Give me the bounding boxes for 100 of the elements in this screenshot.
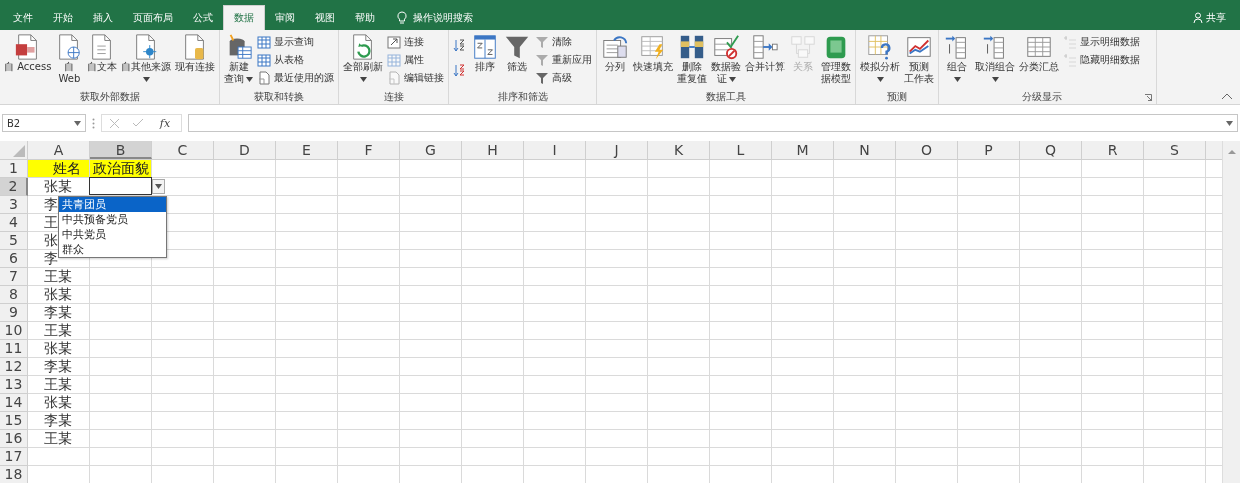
row-header[interactable]: 3 [0,196,28,214]
ribbon-tab[interactable]: 公式 [183,5,223,30]
ribbon-button[interactable]: 连接 [385,34,447,49]
formula-field[interactable] [188,114,1238,132]
ribbon-button[interactable]: 自其他来源 [119,33,174,85]
ribbon-button[interactable]: 现有连接 [173,33,218,73]
table-cell: 李某 [44,358,72,375]
ribbon-tab[interactable]: 开始 [43,5,83,30]
ribbon-button[interactable]: 显示查询 [255,34,337,49]
share-button[interactable]: 共享 [1206,10,1226,25]
enter-icon [133,119,143,127]
selected-cell[interactable] [89,177,152,195]
ribbon-tab[interactable]: 视图 [305,5,345,30]
ribbon-button[interactable]: 数据验 证 [709,33,744,85]
table-cell: 李某 [44,304,72,321]
select-all-icon [13,145,25,157]
ribbon-button[interactable]: 全部刷新 [341,33,386,85]
ribbon-button[interactable]: 管理数 据模型 [819,33,854,85]
row-header[interactable]: 1 [0,160,28,178]
table-cell: 张某 [44,286,72,303]
list-option[interactable]: 中共党员 [59,227,166,242]
ribbon-button[interactable]: 取消组合 [973,33,1018,85]
ribbon-tab[interactable]: 页面布局 [123,5,183,30]
row-header[interactable]: 11 [0,340,28,358]
ribbon-tab[interactable]: 审阅 [265,5,305,30]
table-cell: 政治面貌 [90,160,151,177]
row-header[interactable]: 8 [0,286,28,304]
column-header[interactable]: B [90,141,152,159]
ribbon-button[interactable]: 最近使用的源 [255,70,337,85]
ribbon-button[interactable]: 新建 查询 [222,33,256,85]
link-icon [387,34,402,49]
person-icon [1193,12,1203,23]
group-label: 连接 [383,90,404,104]
ribbon-tab[interactable]: 数据 [223,5,265,30]
ribbon-button[interactable]: 快速填充 [631,33,676,73]
ribbon-tab[interactable]: 插入 [83,5,123,30]
row-header[interactable]: 6 [0,250,28,268]
ribbon-button[interactable]: 筛选 [501,33,534,73]
row-header[interactable]: 4 [0,214,28,232]
table-cell: 张某 [44,394,72,411]
group-label: 预测 [887,90,908,104]
ribbon-button[interactable]: 自 Web [53,33,86,85]
table-arrow-icon [601,33,630,61]
ribbon-button[interactable]: 分列 [599,33,632,73]
list-option[interactable]: 共青团员 [59,197,166,212]
table-cell: 王某 [44,376,72,393]
row-header[interactable]: 13 [0,376,28,394]
ribbon-button[interactable]: 自 Access [2,33,54,73]
table-cell: 李 [44,250,58,267]
insert-function-button[interactable]: fx [157,116,173,130]
table-icon [387,52,402,67]
row-header[interactable]: 5 [0,232,28,250]
table-cell: 张 [44,232,58,249]
row-header[interactable]: 10 [0,322,28,340]
vertical-scrollbar[interactable] [1222,141,1240,483]
ribbon-button[interactable]: 自文本 [85,33,120,73]
dialog-launcher-icon[interactable] [1145,94,1153,101]
more-icon [92,117,95,129]
ribbon-button[interactable]: 删除 重复值 [675,33,710,85]
ribbon-tab[interactable]: 帮助 [345,5,385,30]
ribbon-button[interactable]: 预测 工作表 [902,33,937,85]
table-check-icon [712,33,741,61]
ribbon-button[interactable]: 模拟分析 [858,33,903,85]
group-label: 数据工具 [706,90,747,104]
ribbon-button[interactable]: 从表格 [255,52,337,67]
table-cell: 王某 [44,430,72,447]
group-label: 分级显示 [1021,90,1062,104]
name-box[interactable]: B2 [2,114,86,132]
ribbon-button[interactable]: 分类汇总 [1017,33,1062,73]
lightbulb-icon [397,10,407,25]
table-cell: 王 [44,214,58,231]
table-cell: 李某 [44,412,72,429]
dropdown-button[interactable] [152,179,165,194]
filter-icon [535,70,550,85]
ribbon-button[interactable]: 高级 [533,70,595,85]
outline-icon [1063,52,1078,67]
table-cell: 姓名 [28,160,89,177]
table-cell: 王某 [44,268,72,285]
list-option[interactable]: 中共预备党员 [59,212,166,227]
row-header[interactable]: 2 [0,178,28,196]
ribbon-button[interactable]: 排序 [469,33,502,73]
row-header[interactable]: 15 [0,412,28,430]
row-header[interactable]: 12 [0,358,28,376]
ribbon-button[interactable]: 组合 [941,33,974,85]
row-header[interactable]: 18 [0,466,28,483]
document-icon [257,70,272,85]
table-cell: 张某 [44,178,72,195]
ribbon-button[interactable]: 合并计算 [743,33,788,73]
collapse-ribbon-icon[interactable] [1222,93,1232,99]
row-header[interactable]: 14 [0,394,28,412]
row-header[interactable]: 16 [0,430,28,448]
row-header[interactable]: 9 [0,304,28,322]
row-header[interactable]: 17 [0,448,28,466]
list-option[interactable]: 群众 [59,242,166,257]
merge-icon [751,33,780,61]
tell-me-search[interactable]: 操作说明搜索 [413,10,473,25]
relations-icon [789,33,818,61]
outline-icon [1063,34,1078,49]
ribbon-tab[interactable]: 文件 [3,5,43,30]
row-header[interactable]: 7 [0,268,28,286]
